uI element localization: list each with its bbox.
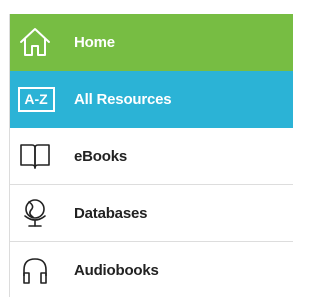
- book-icon: [19, 140, 51, 172]
- menu-item-label: Home: [74, 34, 115, 51]
- menu-item-label: Audiobooks: [74, 262, 159, 279]
- globe-icon: [19, 197, 51, 229]
- resource-menu: Home A-Z All Resources eBooks Databases: [9, 14, 293, 297]
- menu-item-home[interactable]: Home: [10, 14, 293, 71]
- az-icon-text: A-Z: [17, 86, 55, 112]
- menu-item-label: All Resources: [74, 91, 172, 108]
- menu-item-all-resources[interactable]: A-Z All Resources: [10, 71, 293, 128]
- home-icon: [19, 26, 51, 58]
- menu-item-databases[interactable]: Databases: [10, 185, 293, 242]
- menu-item-ebooks[interactable]: eBooks: [10, 128, 293, 185]
- menu-item-label: eBooks: [74, 148, 127, 165]
- az-icon: A-Z: [17, 83, 55, 115]
- menu-item-audiobooks[interactable]: Audiobooks: [10, 242, 293, 297]
- headphones-icon: [19, 254, 51, 286]
- menu-item-label: Databases: [74, 205, 148, 222]
